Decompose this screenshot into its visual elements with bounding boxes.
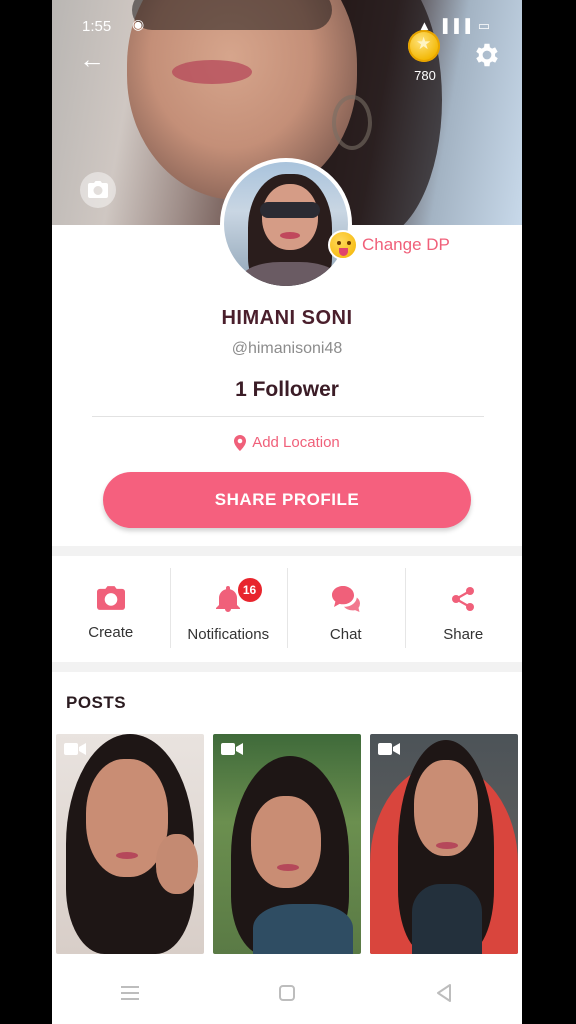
action-bar: Create 16 Notifications Chat Share — [52, 556, 522, 662]
posts-heading: POSTS — [66, 693, 127, 712]
profile-name: HIMANI SONI — [221, 307, 353, 329]
divider — [92, 416, 484, 417]
location-pin-icon — [234, 434, 247, 451]
profile-screen: 1:55 ◉ ▲ ▐▐▐ ▭93 ← 780 Change DP HIMANI … — [52, 0, 522, 1024]
profile-handle: @himanisoni48 — [231, 340, 343, 357]
video-icon — [378, 743, 400, 755]
avatar[interactable] — [220, 158, 352, 290]
posts-grid — [56, 734, 518, 954]
section-separator — [52, 546, 522, 556]
share-label: Share — [443, 626, 484, 643]
gear-icon[interactable] — [472, 40, 502, 70]
menu-icon[interactable] — [110, 973, 150, 1013]
add-location-link[interactable]: Add Location — [52, 434, 522, 451]
tongue-emoji-icon — [328, 230, 358, 260]
create-button[interactable]: Create — [52, 556, 170, 662]
home-icon[interactable] — [267, 973, 307, 1013]
post-thumbnail[interactable] — [56, 734, 204, 954]
video-icon — [221, 743, 243, 755]
share-icon — [452, 587, 475, 611]
chat-label: Chat — [329, 626, 362, 643]
cover-camera-button[interactable] — [80, 172, 116, 208]
create-label: Create — [88, 624, 134, 641]
video-icon — [64, 743, 86, 755]
status-time: 1:55 — [82, 18, 112, 35]
battery-icon: ▭ — [477, 18, 492, 33]
camera-icon — [96, 586, 125, 610]
notification-badge: 16 — [235, 576, 264, 604]
notifications-label: Notifications — [187, 626, 270, 643]
post-thumbnail[interactable] — [213, 734, 361, 954]
notification-status-icon: ◉ — [132, 16, 145, 32]
back-triangle-icon[interactable] — [424, 973, 464, 1013]
system-nav-bar — [52, 962, 522, 1024]
change-dp-button[interactable]: Change DP — [328, 228, 450, 262]
add-location-label: Add Location — [252, 434, 340, 451]
share-profile-button[interactable]: SHARE PROFILE — [103, 472, 471, 528]
notifications-button[interactable]: 16 Notifications — [169, 556, 288, 662]
coin-icon[interactable] — [408, 30, 440, 62]
status-bar: 1:55 ◉ ▲ ▐▐▐ ▭93 — [52, 12, 522, 42]
share-button[interactable]: Share — [404, 556, 523, 662]
chat-button[interactable]: Chat — [287, 556, 405, 662]
post-thumbnail[interactable] — [370, 734, 518, 954]
camera-icon — [88, 181, 108, 198]
change-dp-label: Change DP — [362, 235, 450, 254]
section-separator — [52, 662, 522, 672]
chat-icon — [331, 586, 360, 612]
followers-count[interactable]: 1 Follower — [52, 378, 522, 402]
back-arrow-icon[interactable]: ← — [77, 44, 107, 74]
coin-count: 780 — [414, 68, 436, 83]
